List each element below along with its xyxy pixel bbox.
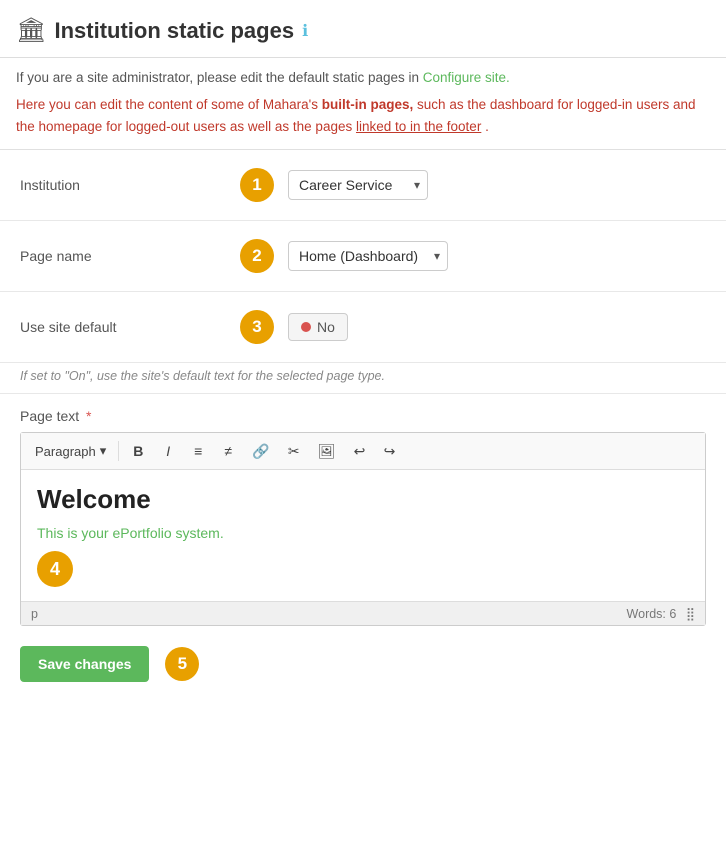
info-description: Here you can edit the content of some of… <box>16 94 710 137</box>
italic-button[interactable]: I <box>155 438 181 464</box>
institution-select-wrapper: Career Service Default Other ▾ <box>288 170 428 200</box>
site-default-row: Use site default 3 No <box>0 292 726 363</box>
redo-icon: ↪ <box>384 443 396 460</box>
actions-section: Save changes 5 <box>0 626 726 702</box>
institution-label: Institution <box>20 177 240 193</box>
editor-heading: Welcome <box>37 484 689 515</box>
site-default-hint: If set to "On", use the site's default t… <box>0 363 726 394</box>
save-button[interactable]: Save changes <box>20 646 149 682</box>
undo-icon: ↩ <box>354 443 366 460</box>
link-button[interactable]: 🔗 <box>245 438 276 464</box>
toolbar-dropdown-arrow: ▾ <box>100 443 107 459</box>
toolbar-dropdown-button[interactable]: Paragraph ▾ <box>29 440 112 462</box>
page-title: Institution static pages <box>54 18 294 44</box>
step-badge-3: 3 <box>240 310 274 344</box>
step-badge-2: 2 <box>240 239 274 273</box>
site-default-toggle[interactable]: No <box>288 313 348 341</box>
toggle-label: No <box>317 319 335 335</box>
redo-button[interactable]: ↪ <box>376 438 402 464</box>
undo-button[interactable]: ↩ <box>346 438 372 464</box>
configure-site-link[interactable]: Configure site. <box>423 70 510 85</box>
institution-row: Institution 1 Career Service Default Oth… <box>0 150 726 221</box>
toggle-dot <box>301 322 311 332</box>
editor-content[interactable]: Welcome This is your ePortfolio system. … <box>21 470 705 601</box>
statusbar-tag: p <box>31 607 38 621</box>
page-text-label: Page text * <box>20 408 706 424</box>
toolbar-sep-1 <box>118 441 119 461</box>
ul-icon: ≡ <box>194 443 202 459</box>
pagename-select-wrapper: Home (Dashboard) Register Login ▾ <box>288 241 448 271</box>
info-icon[interactable]: ℹ <box>302 21 308 41</box>
step-badge-4: 4 <box>37 551 73 587</box>
resize-handle[interactable]: ⣿ <box>686 607 695 621</box>
unlink-icon: ✂ <box>288 443 300 460</box>
institution-select[interactable]: Career Service Default Other <box>288 170 428 200</box>
unlink-button[interactable]: ✂ <box>281 438 307 464</box>
ordered-list-button[interactable]: ≠ <box>215 438 241 464</box>
institution-icon: 🏛 <box>16 16 46 45</box>
required-marker: * <box>86 408 91 424</box>
editor-statusbar: p Words: 6 ⣿ <box>21 601 705 625</box>
image-button[interactable]: 🖼 <box>311 438 343 464</box>
link-icon: 🔗 <box>252 443 269 460</box>
bold-button[interactable]: B <box>125 438 151 464</box>
pagename-label: Page name <box>20 248 240 264</box>
page-header: 🏛 Institution static pages ℹ <box>0 0 726 58</box>
editor-paragraph: This is your ePortfolio system. <box>37 525 689 541</box>
form-section: Institution 1 Career Service Default Oth… <box>0 150 726 712</box>
toolbar-dropdown-label: Paragraph <box>35 444 96 459</box>
info-section: If you are a site administrator, please … <box>0 58 726 150</box>
ol-icon: ≠ <box>224 443 232 459</box>
words-count-area: Words: 6 ⣿ <box>627 606 695 621</box>
bold-icon: B <box>133 443 143 459</box>
admin-note: If you are a site administrator, please … <box>16 68 710 88</box>
unordered-list-button[interactable]: ≡ <box>185 438 211 464</box>
editor-container: Paragraph ▾ B I ≡ ≠ <box>20 432 706 626</box>
pagename-row: Page name 2 Home (Dashboard) Register Lo… <box>0 221 726 292</box>
italic-icon: I <box>166 443 170 459</box>
pagename-select[interactable]: Home (Dashboard) Register Login <box>288 241 448 271</box>
editor-toolbar: Paragraph ▾ B I ≡ ≠ <box>21 433 705 470</box>
image-icon: 🖼 <box>318 443 336 460</box>
step-badge-1: 1 <box>240 168 274 202</box>
page-text-section: Page text * Paragraph ▾ B I <box>0 394 726 626</box>
step-badge-5: 5 <box>165 647 199 681</box>
site-default-label: Use site default <box>20 319 240 335</box>
